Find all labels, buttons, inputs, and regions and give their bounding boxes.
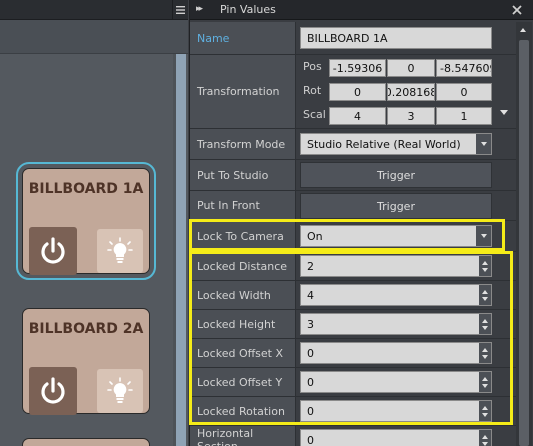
property-row-transform-mode: Transform Mode Studio Relative (Real Wor… — [190, 129, 516, 160]
property-row-locked-offset-y: Locked Offset Y 0 — [190, 368, 516, 397]
scal-x-field[interactable]: 4 — [329, 107, 386, 125]
canvas-panel: BILLBOARD 1A BILLBOARD 2A — [0, 0, 188, 446]
power-button[interactable] — [29, 367, 77, 415]
billboard-node-1a[interactable]: BILLBOARD 1A — [16, 162, 156, 280]
billboard-title: BILLBOARD 2A — [28, 321, 144, 337]
dropdown-value: Studio Relative (Real World) — [307, 137, 461, 151]
lightbulb-icon — [107, 377, 133, 403]
pos-z-field[interactable]: -8.547609 — [436, 59, 492, 77]
scrollbar-thumb[interactable] — [519, 40, 529, 446]
spinner-arrows-icon[interactable] — [479, 343, 491, 363]
property-row-locked-height: Locked Height 3 — [190, 310, 516, 339]
property-label: Locked Rotation — [190, 397, 296, 425]
property-label: Locked Distance — [190, 252, 296, 280]
expand-arrow-icon[interactable] — [500, 110, 508, 115]
property-row-locked-distance: Locked Distance 2 — [190, 252, 516, 281]
property-row-lock-to-camera: Lock To Camera On — [190, 221, 516, 252]
canvas-topbar — [0, 0, 188, 20]
field-value: 0 — [307, 375, 314, 389]
scal-label: Scal — [303, 108, 326, 121]
panel-menu-button[interactable] — [172, 0, 188, 20]
billboard-title: BILLBOARD 1A — [28, 181, 144, 197]
locked-distance-field[interactable]: 2 — [300, 255, 492, 277]
pos-x-field[interactable]: -1.59306 — [329, 59, 386, 77]
rot-z-field[interactable]: 0 — [436, 83, 492, 101]
field-value: 3 — [307, 317, 314, 331]
pos-y-field[interactable]: 0 — [387, 59, 435, 77]
field-value: 0 — [307, 433, 314, 446]
locked-offset-x-field[interactable]: 0 — [300, 342, 492, 364]
property-label: Locked Offset Y — [190, 368, 296, 396]
panel-header: ▸▸ Pin Values — [190, 0, 533, 20]
locked-offset-y-field[interactable]: 0 — [300, 371, 492, 393]
lock-to-camera-dropdown[interactable]: On — [300, 225, 492, 247]
dropdown-value: On — [307, 229, 323, 243]
spinner-arrows-icon[interactable] — [479, 401, 491, 421]
spinner-arrows-icon[interactable] — [479, 314, 491, 334]
spinner-arrows-icon[interactable] — [479, 430, 491, 446]
panel-title: Pin Values — [220, 3, 276, 16]
property-row-horizontal-section: Horizontal Section 0 — [190, 426, 516, 446]
canvas-side-strip — [176, 54, 186, 446]
property-label: Lock To Camera — [190, 221, 296, 251]
pos-label: Pos — [303, 60, 322, 73]
power-button[interactable] — [29, 227, 77, 275]
field-value: 4 — [307, 288, 314, 302]
transform-mode-dropdown[interactable]: Studio Relative (Real World) — [300, 133, 492, 155]
light-button[interactable] — [97, 369, 143, 413]
billboard-node-partial[interactable] — [22, 438, 150, 446]
property-label: Put In Front — [190, 191, 296, 220]
canvas-toolbar — [0, 20, 188, 54]
locked-height-field[interactable]: 3 — [300, 313, 492, 335]
property-label: Name — [190, 22, 296, 54]
property-row-put-in-front: Put In Front Trigger — [190, 191, 516, 221]
field-value: 2 — [307, 259, 314, 273]
spinner-arrows-icon[interactable] — [479, 372, 491, 392]
collapse-arrows-icon[interactable]: ▸▸ — [196, 4, 203, 14]
rot-label: Rot — [303, 84, 322, 97]
scal-y-field[interactable]: 3 — [387, 107, 435, 125]
rot-x-field[interactable]: 0 — [329, 83, 386, 101]
close-icon[interactable] — [510, 3, 524, 17]
pin-values-panel: ▸▸ Pin Values Name BILLBOARD 1A Transfor… — [189, 0, 533, 446]
locked-rotation-field[interactable]: 0 — [300, 400, 492, 422]
spinner-arrows-icon[interactable] — [479, 285, 491, 305]
property-row-locked-width: Locked Width 4 — [190, 281, 516, 310]
rot-y-field[interactable]: 0.208168 — [387, 83, 435, 101]
property-row-locked-rotation: Locked Rotation 0 — [190, 397, 516, 426]
spinner-arrows-icon[interactable] — [479, 256, 491, 276]
property-list: Name BILLBOARD 1A Transformation Pos -1.… — [190, 22, 516, 446]
power-icon — [41, 237, 65, 264]
property-row-locked-offset-x: Locked Offset X 0 — [190, 339, 516, 368]
light-button[interactable] — [97, 229, 143, 273]
field-value: 0 — [307, 346, 314, 360]
name-field[interactable]: BILLBOARD 1A — [300, 27, 492, 49]
put-to-studio-trigger-button[interactable]: Trigger — [300, 162, 492, 188]
billboard-node-2a[interactable]: BILLBOARD 2A — [22, 308, 150, 415]
scal-z-field[interactable]: 1 — [436, 107, 492, 125]
property-label: Put To Studio — [190, 160, 296, 190]
property-label: Locked Offset X — [190, 339, 296, 367]
chevron-down-icon — [476, 134, 491, 154]
property-label: Transform Mode — [190, 129, 296, 159]
power-icon — [41, 377, 65, 404]
property-label: Transformation — [190, 55, 296, 128]
put-in-front-trigger-button[interactable]: Trigger — [300, 193, 492, 219]
hamburger-icon — [176, 6, 185, 14]
lightbulb-icon — [107, 237, 133, 263]
scrollbar[interactable] — [516, 22, 532, 446]
scroll-up-icon[interactable] — [520, 28, 526, 32]
property-label: Locked Width — [190, 281, 296, 309]
property-label: Locked Height — [190, 310, 296, 338]
locked-width-field[interactable]: 4 — [300, 284, 492, 306]
chevron-down-icon — [476, 226, 491, 246]
property-row-transformation: Transformation Pos -1.59306 0 -8.547609 … — [190, 55, 516, 129]
property-row-put-to-studio: Put To Studio Trigger — [190, 160, 516, 191]
property-label: Horizontal Section — [190, 426, 296, 446]
field-value: 0 — [307, 404, 314, 418]
horizontal-section-field[interactable]: 0 — [300, 429, 492, 446]
property-row-name: Name BILLBOARD 1A — [190, 22, 516, 55]
